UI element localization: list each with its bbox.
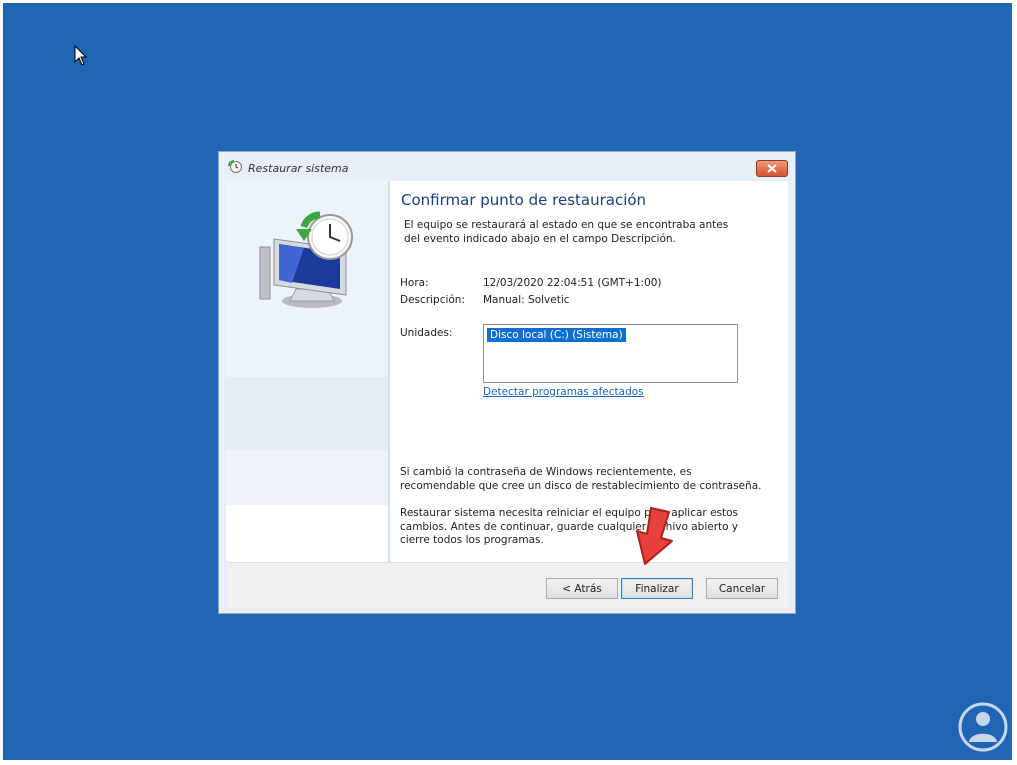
side-panel [226, 181, 388, 562]
annotation-arrow-icon [636, 507, 673, 565]
drives-label: Unidades: [400, 327, 453, 339]
pointer-cursor-icon [74, 45, 88, 66]
finish-button[interactable]: Finalizar [621, 578, 693, 599]
intro-text: El equipo se restaurará al estado en que… [404, 219, 729, 245]
restart-note: Restaurar sistema necesita reiniciar el … [400, 507, 739, 546]
back-button[interactable]: < Atrás [546, 578, 618, 599]
system-restore-window: Restaurar sistema Confirmar punto de res… [218, 151, 796, 614]
content-panel: Confirmar punto de restauración El equip… [390, 181, 788, 562]
close-icon [767, 164, 777, 173]
time-value: 12/03/2020 22:04:51 (GMT+1:00) [483, 277, 662, 289]
list-item[interactable]: Disco local (C:) (Sistema) [487, 328, 626, 342]
restore-illustration-icon [259, 211, 353, 308]
watermark-logo-icon [958, 702, 1008, 752]
title-bar[interactable]: Restaurar sistema [219, 152, 795, 181]
cancel-button[interactable]: Cancelar [706, 578, 778, 599]
drives-list[interactable]: Disco local (C:) (Sistema) [483, 324, 738, 383]
description-value: Manual: Solvetic [483, 294, 570, 306]
button-bar: < Atrás Finalizar Cancelar [226, 562, 788, 608]
password-note: Si cambió la contraseña de Windows recie… [400, 466, 762, 492]
page-heading: Confirmar punto de restauración [401, 191, 647, 209]
detect-affected-programs-link[interactable]: Detectar programas afectados [483, 386, 644, 398]
dialog-body: Confirmar punto de restauración El equip… [226, 181, 788, 608]
description-label: Descripción: [400, 294, 465, 306]
close-button[interactable] [756, 160, 788, 177]
window-title: Restaurar sistema [248, 162, 349, 175]
system-restore-icon [228, 160, 242, 173]
time-label: Hora: [400, 277, 429, 289]
